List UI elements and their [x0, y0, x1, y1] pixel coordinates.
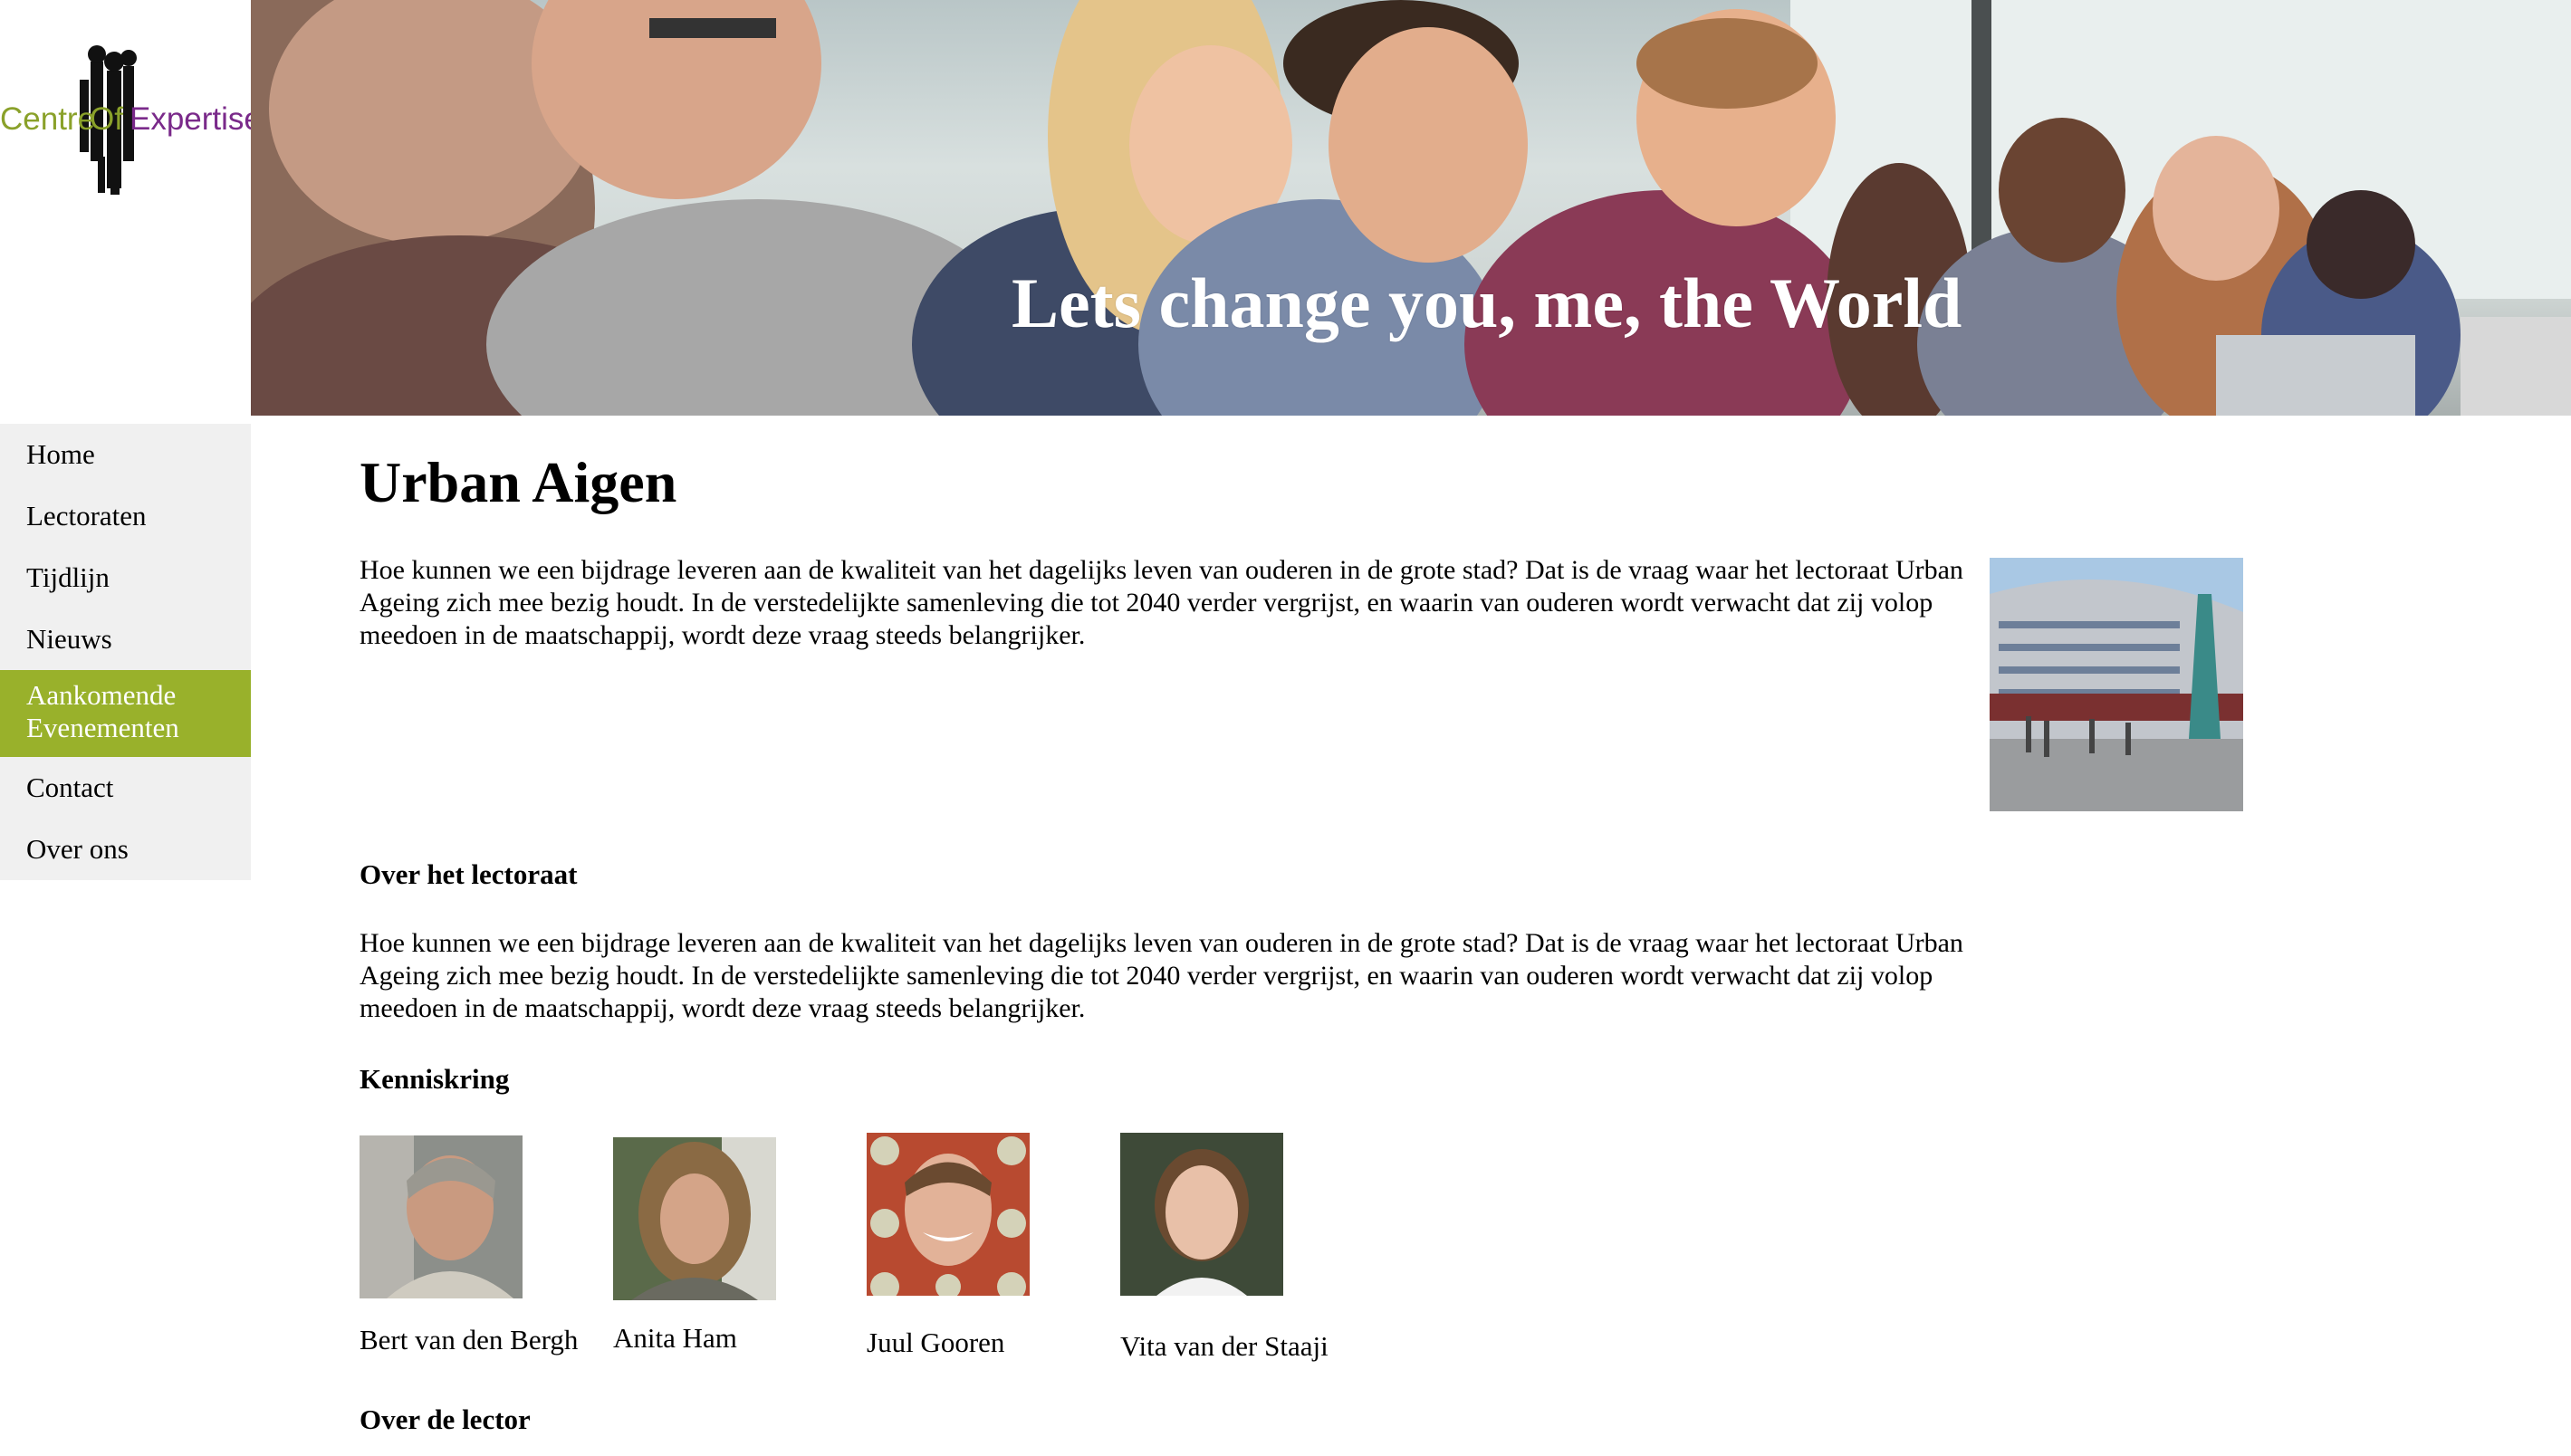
site-logo[interactable]: Centre Of Expertise [0, 0, 251, 424]
building-photo [1990, 558, 2243, 811]
member-photo [867, 1133, 1030, 1296]
nav-item-lectoraten[interactable]: Lectoraten [0, 485, 251, 547]
member-card: Bert van den Bergh [360, 1135, 595, 1355]
member-name: Bert van den Bergh [360, 1324, 579, 1355]
member-photo [360, 1135, 523, 1298]
section-heading-kenniskring: Kenniskring [360, 1063, 510, 1095]
main-content: Urban Aigen Hoe kunnen we een bijdrage l… [360, 442, 2397, 1435]
nav-item-contact[interactable]: Contact [0, 757, 251, 819]
nav-item-tijdlijn[interactable]: Tijdlijn [0, 547, 251, 608]
member-card: Anita Ham [613, 1137, 849, 1354]
logo-graphic: Centre Of Expertise [0, 45, 251, 195]
nav-item-home[interactable]: Home [0, 424, 251, 485]
member-name: Vita van der Staaji [1120, 1330, 1329, 1362]
member-card: Vita van der Staaji [1120, 1133, 1356, 1362]
page-title: Urban Aigen [360, 450, 677, 514]
logo-word-expertise: Expertise [130, 101, 251, 137]
hero-title: Lets change you, me, the World [1012, 263, 1962, 342]
lectoraat-text: Hoe kunnen we een bijdrage leveren aan d… [360, 928, 1963, 1023]
section-heading-lector: Over de lector [360, 1403, 531, 1435]
member-photo [613, 1137, 776, 1300]
member-name: Juul Gooren [867, 1327, 1005, 1358]
nav-item-label-line2: Evenementen [26, 712, 179, 743]
logo-word-of: Of [90, 101, 123, 137]
section-heading-lectoraat: Over het lectoraat [360, 858, 578, 890]
hero-banner: Lets change you, me, the World [251, 0, 2571, 416]
nav-item-over-ons[interactable]: Over ons [0, 819, 251, 880]
member-card: Juul Gooren [867, 1133, 1102, 1358]
nav-item-label-line1: Aankomende [26, 679, 177, 711]
hero-photo [251, 0, 2571, 416]
sidebar-nav: Home Lectoraten Tijdlijn Nieuws Aankomen… [0, 424, 251, 880]
nav-item-aankomende-evenementen[interactable]: Aankomende Evenementen [0, 670, 251, 757]
intro-text: Hoe kunnen we een bijdrage leveren aan d… [360, 555, 1963, 650]
member-photo [1120, 1133, 1283, 1296]
member-name: Anita Ham [613, 1322, 737, 1354]
nav-item-nieuws[interactable]: Nieuws [0, 608, 251, 670]
logo-word-centre: Centre [0, 101, 95, 137]
